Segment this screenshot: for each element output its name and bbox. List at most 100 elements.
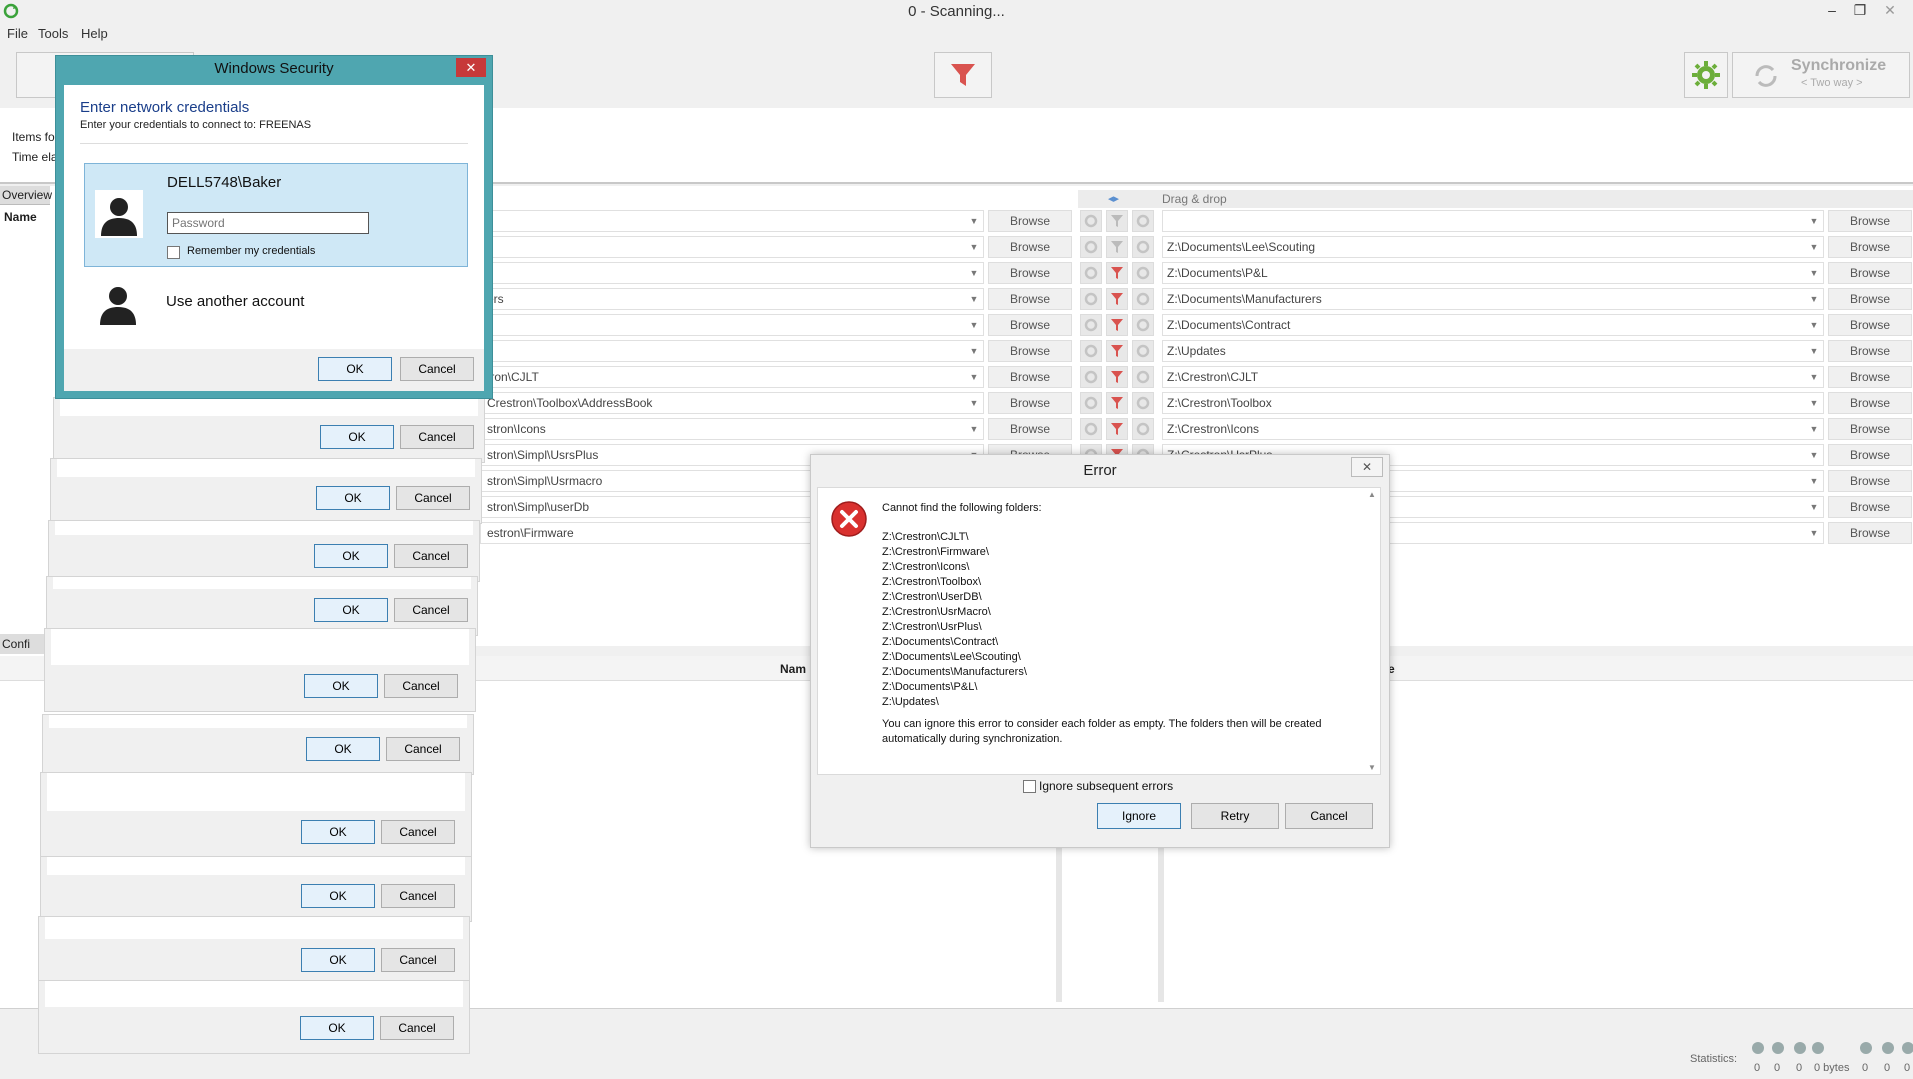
menu-file[interactable]: File [7,26,28,41]
tab-overview[interactable]: Overview [0,186,52,205]
chevron-down-icon[interactable]: ▼ [967,419,981,439]
error-scrollbar[interactable]: ▲ ▼ [1368,490,1378,772]
browse-left-button[interactable]: Browse [988,314,1072,336]
sync-config-icon[interactable] [1080,314,1102,336]
chevron-down-icon[interactable]: ▼ [1807,419,1821,439]
gear-icon[interactable] [1132,366,1154,388]
gear-icon[interactable] [1132,236,1154,258]
right-folder-path[interactable]: Z:\Documents\Manufacturers ▼ [1162,288,1824,310]
error-cancel-button[interactable]: Cancel [1285,803,1373,829]
right-folder-path[interactable]: Z:\Documents\P&L ▼ [1162,262,1824,284]
right-folder-path[interactable]: Z:\Updates ▼ [1162,340,1824,362]
browse-right-button[interactable]: Browse [1828,262,1912,284]
left-folder-path[interactable]: ▼ [480,236,984,258]
chevron-down-icon[interactable]: ▼ [967,393,981,413]
chevron-down-icon[interactable]: ▼ [1807,341,1821,361]
filter-icon[interactable] [1106,210,1128,232]
close-button[interactable]: ✕ [1876,0,1904,20]
chevron-down-icon[interactable]: ▼ [967,211,981,231]
gear-icon[interactable] [1132,340,1154,362]
ghost-cancel-button[interactable]: Cancel [380,1016,454,1040]
browse-left-button[interactable]: Browse [988,236,1072,258]
chevron-down-icon[interactable]: ▼ [1807,471,1821,491]
gear-icon[interactable] [1132,314,1154,336]
chevron-down-icon[interactable]: ▼ [1807,445,1821,465]
filter-icon[interactable] [1106,366,1128,388]
ghost-ok-button[interactable]: OK [314,598,388,622]
left-folder-path[interactable]: ▼ [480,210,984,232]
gear-icon[interactable] [1132,288,1154,310]
filter-icon[interactable] [1106,288,1128,310]
chevron-down-icon[interactable]: ▼ [1807,523,1821,543]
chevron-down-icon[interactable]: ▼ [967,367,981,387]
account-tile-selected[interactable]: DELL5748\Baker Remember my credentials [84,163,468,267]
right-folder-path[interactable]: Z:\Documents\Contract ▼ [1162,314,1824,336]
sync-config-icon[interactable] [1080,262,1102,284]
filter-icon[interactable] [1106,418,1128,440]
swap-sides-icon[interactable]: ◂▸ [1108,192,1119,205]
chevron-down-icon[interactable]: ▼ [967,315,981,335]
filter-icon[interactable] [1106,314,1128,336]
gear-icon[interactable] [1132,262,1154,284]
synchronize-button[interactable]: Synchronize < Two way > [1732,52,1910,98]
left-folder-path[interactable]: stron\Icons ▼ [480,418,984,440]
tab-config[interactable]: Confi [0,634,50,654]
left-folder-path[interactable]: ▼ [480,340,984,362]
browse-right-button[interactable]: Browse [1828,288,1912,310]
ghost-ok-button[interactable]: OK [301,948,375,972]
ghost-cancel-button[interactable]: Cancel [384,674,458,698]
ghost-ok-button[interactable]: OK [316,486,390,510]
left-folder-path[interactable]: ▼ [480,314,984,336]
remember-checkbox[interactable] [167,246,180,259]
chevron-down-icon[interactable]: ▼ [1807,315,1821,335]
browse-right-button[interactable]: Browse [1828,496,1912,518]
browse-right-button[interactable]: Browse [1828,522,1912,544]
browse-left-button[interactable]: Browse [988,210,1072,232]
browse-left-button[interactable]: Browse [988,288,1072,310]
left-folder-path[interactable]: ers ▼ [480,288,984,310]
menu-tools[interactable]: Tools [38,26,68,41]
ghost-ok-button[interactable]: OK [304,674,378,698]
sync-settings-button[interactable] [1684,52,1728,98]
ignore-subsequent-checkbox[interactable] [1023,780,1036,793]
browse-left-button[interactable]: Browse [988,392,1072,414]
gear-icon[interactable] [1132,210,1154,232]
chevron-down-icon[interactable]: ▼ [967,341,981,361]
ghost-cancel-button[interactable]: Cancel [400,425,474,449]
sync-config-icon[interactable] [1080,236,1102,258]
browse-left-button[interactable]: Browse [988,340,1072,362]
sync-config-icon[interactable] [1080,392,1102,414]
security-close-button[interactable]: ✕ [456,58,486,77]
minimize-button[interactable]: – [1818,0,1846,20]
chevron-down-icon[interactable]: ▼ [1807,237,1821,257]
right-folder-path[interactable]: Z:\Documents\Lee\Scouting ▼ [1162,236,1824,258]
chevron-down-icon[interactable]: ▼ [1807,497,1821,517]
chevron-down-icon[interactable]: ▼ [967,263,981,283]
browse-right-button[interactable]: Browse [1828,392,1912,414]
chevron-down-icon[interactable]: ▼ [967,289,981,309]
filter-button[interactable] [934,52,992,98]
security-ok-button[interactable]: OK [318,357,392,381]
chevron-down-icon[interactable]: ▼ [1807,211,1821,231]
sync-config-icon[interactable] [1080,210,1102,232]
ghost-cancel-button[interactable]: Cancel [381,948,455,972]
left-folder-path[interactable]: tron\CJLT ▼ [480,366,984,388]
filter-icon[interactable] [1106,392,1128,414]
ghost-cancel-button[interactable]: Cancel [381,884,455,908]
error-close-button[interactable]: ✕ [1351,457,1383,477]
browse-right-button[interactable]: Browse [1828,470,1912,492]
browse-right-button[interactable]: Browse [1828,210,1912,232]
filter-icon[interactable] [1106,340,1128,362]
security-cancel-button[interactable]: Cancel [400,357,474,381]
chevron-down-icon[interactable]: ▼ [967,237,981,257]
browse-right-button[interactable]: Browse [1828,444,1912,466]
ghost-ok-button[interactable]: OK [300,1016,374,1040]
browse-left-button[interactable]: Browse [988,418,1072,440]
browse-left-button[interactable]: Browse [988,366,1072,388]
sync-config-icon[interactable] [1080,340,1102,362]
password-input[interactable] [167,212,369,234]
browse-left-button[interactable]: Browse [988,262,1072,284]
ghost-ok-button[interactable]: OK [301,884,375,908]
sync-config-icon[interactable] [1080,288,1102,310]
ghost-ok-button[interactable]: OK [306,737,380,761]
